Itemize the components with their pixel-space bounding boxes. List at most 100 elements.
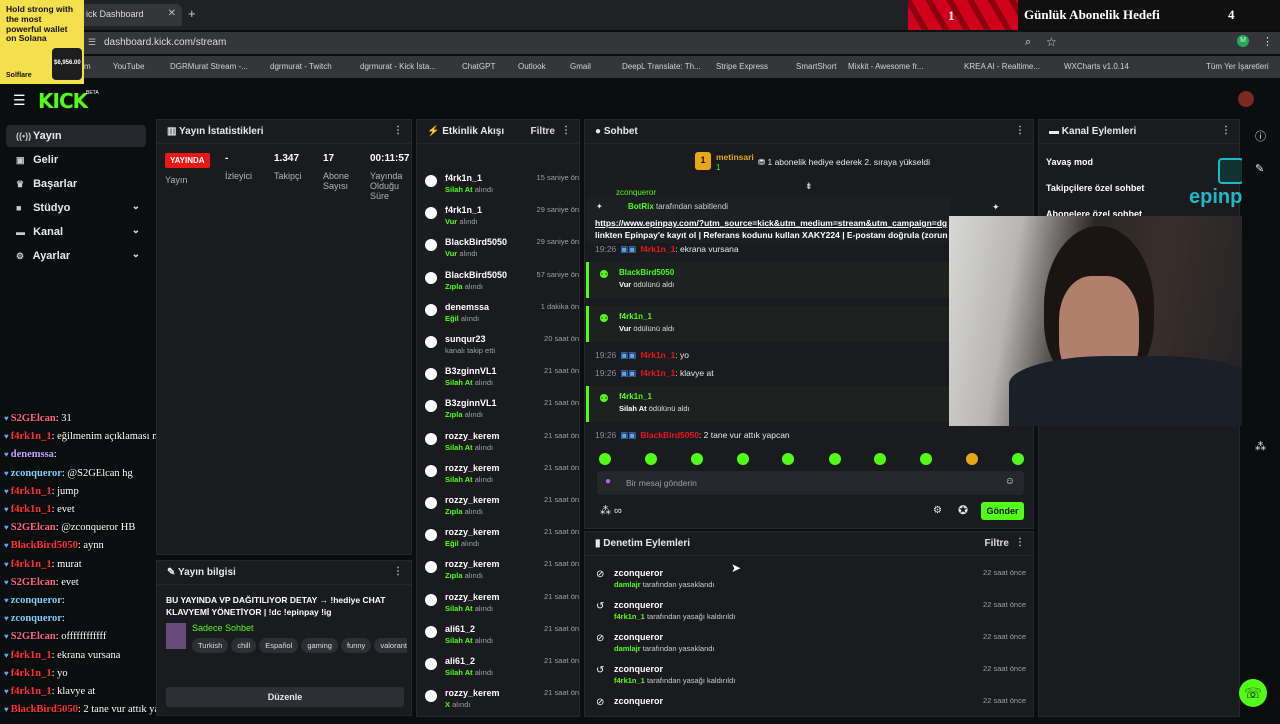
bookmark-item[interactable]: Tüm Yer İşaretleri	[1206, 62, 1269, 71]
close-tab-icon[interactable]: ✕	[168, 8, 176, 19]
panel-menu-icon[interactable]: ⋮	[1221, 125, 1231, 136]
bookmark-item[interactable]: WXCharts v1.0.14	[1064, 62, 1129, 71]
bookmark-item[interactable]: DeepL Translate: Th...	[622, 62, 701, 71]
reward-user[interactable]: f4rk1n_1	[619, 392, 652, 401]
zoom-icon[interactable]: ⌕	[1025, 36, 1031, 49]
kick-logo[interactable]: KICK	[38, 89, 88, 113]
bot-icon[interactable]: ✪	[958, 503, 968, 517]
menu-dots-icon[interactable]: ⋮	[1262, 35, 1273, 48]
tag-chip[interactable]: valorant	[374, 638, 407, 653]
wallet-ad[interactable]: Hold strong with the most powerful walle…	[0, 0, 84, 84]
bookmark-item[interactable]: Mixkit - Awesome fr...	[848, 62, 923, 71]
emote-icon[interactable]	[599, 453, 611, 465]
event-user[interactable]: sunqur23	[445, 334, 486, 344]
bookmark-item[interactable]: dgrmurat - Kick İsta...	[360, 62, 436, 71]
sidebar-item-basarlar[interactable]: ♛ Başarlar	[6, 173, 146, 195]
user-avatar[interactable]	[1238, 91, 1254, 107]
sidebar-item-kanal[interactable]: ▬ Kanal ⌄	[6, 221, 146, 243]
panel-menu-icon[interactable]: ⋮	[1015, 537, 1025, 548]
sidebar-item-gelir[interactable]: ▣ Gelir	[6, 149, 146, 171]
event-user[interactable]: denemssa	[445, 302, 489, 312]
browser-tab[interactable]: ick Dashboard ✕	[78, 4, 182, 26]
slow-mode-toggle[interactable]: Yavaş mod	[1046, 157, 1093, 167]
site-info-icon[interactable]: ☰	[88, 37, 96, 48]
chat-user[interactable]: BlackBird5050	[640, 430, 699, 440]
bookmark-item[interactable]: KREA AI - Realtime...	[964, 62, 1040, 71]
emote-icon[interactable]	[645, 453, 657, 465]
tag-chip[interactable]: Turkish	[192, 638, 229, 653]
bookmark-item[interactable]: YouTube	[113, 62, 144, 71]
moderator-name[interactable]: damlajr	[614, 580, 641, 589]
pinned-link[interactable]: https://www.epinpay.com/?utm_source=kick…	[595, 218, 947, 228]
event-user[interactable]: rozzy_kerem	[445, 431, 500, 441]
infinity-icon[interactable]: ⁂ ∞	[600, 504, 622, 517]
panel-menu-icon[interactable]: ⋮	[1015, 125, 1025, 136]
share-icon[interactable]: ⁂	[1255, 440, 1266, 453]
reward-user[interactable]: f4rk1n_1	[619, 312, 652, 321]
emote-icon[interactable]	[691, 453, 703, 465]
bookmark-item[interactable]: m	[84, 62, 91, 71]
moderation-user[interactable]: zconqueror	[614, 600, 663, 610]
event-user[interactable]: f4rk1n_1	[445, 205, 482, 215]
info-icon[interactable]: ⓘ	[1255, 128, 1266, 144]
bookmark-item[interactable]: ChatGPT	[462, 62, 495, 71]
unpin-icon[interactable]: ✦	[992, 202, 1000, 213]
moderator-name[interactable]: f4rk1n_1	[614, 676, 645, 685]
profile-avatar[interactable]: M	[1237, 35, 1249, 47]
emoji-icon[interactable]: ☺	[1005, 476, 1015, 487]
event-user[interactable]: f4rk1n_1	[445, 173, 482, 183]
sidebar-item-studyo[interactable]: ■ Stüdyo ⌄	[6, 197, 146, 219]
bookmark-item[interactable]: Gmail	[570, 62, 591, 71]
bookmark-item[interactable]: Stripe Express	[716, 62, 768, 71]
filter-button[interactable]: Filtre	[985, 538, 1009, 549]
event-user[interactable]: rozzy_kerem	[445, 688, 500, 698]
edit-button[interactable]: Düzenle	[166, 687, 404, 707]
event-user[interactable]: rozzy_kerem	[445, 463, 500, 473]
event-user[interactable]: BlackBird5050	[445, 237, 507, 247]
panel-menu-icon[interactable]: ⋮	[561, 125, 571, 136]
bookmark-item[interactable]: SmartShort	[796, 62, 836, 71]
tag-chip[interactable]: Español	[259, 638, 299, 653]
emote-icon[interactable]	[737, 453, 749, 465]
gift-user[interactable]: metinsari	[716, 152, 754, 162]
edit-icon[interactable]: ✎	[1255, 162, 1264, 175]
tag-chip[interactable]: funny	[340, 638, 372, 653]
emote-icon[interactable]	[782, 453, 794, 465]
event-user[interactable]: B3zginnVL1	[445, 398, 497, 408]
filter-button[interactable]: Filtre	[531, 126, 555, 137]
emote-icon[interactable]	[966, 453, 978, 465]
new-tab-icon[interactable]: +	[188, 6, 196, 21]
chat-user[interactable]: f4rk1n_1	[640, 368, 675, 378]
scroll-down-icon[interactable]: ⇟	[805, 181, 813, 192]
support-button[interactable]: ☏	[1239, 679, 1267, 707]
reward-user[interactable]: BlackBird5050	[619, 268, 674, 277]
extension-icons[interactable]	[1080, 36, 1230, 48]
chat-user[interactable]: f4rk1n_1	[640, 350, 675, 360]
event-user[interactable]: rozzy_kerem	[445, 495, 500, 505]
moderation-user[interactable]: zconqueror	[614, 568, 663, 578]
bookmark-item[interactable]: DGRMurat Stream -...	[170, 62, 248, 71]
emote-icon[interactable]	[1012, 453, 1024, 465]
moderator-name[interactable]: damlajr	[614, 644, 641, 653]
emote-icon[interactable]	[829, 453, 841, 465]
send-button[interactable]: Gönder	[981, 502, 1024, 520]
event-user[interactable]: rozzy_kerem	[445, 527, 500, 537]
event-user[interactable]: rozzy_kerem	[445, 559, 500, 569]
tag-chip[interactable]: gaming	[301, 638, 338, 653]
category-name[interactable]: Sadece Sohbet	[192, 623, 254, 633]
emote-icon[interactable]	[874, 453, 886, 465]
chat-user[interactable]: f4rk1n_1	[640, 244, 675, 254]
chat-input[interactable]: ● Bir mesaj gönderin ☺	[597, 471, 1024, 495]
star-icon[interactable]: ☆	[1046, 35, 1057, 49]
settings-icon[interactable]: ⚙	[933, 505, 942, 516]
followers-only-toggle[interactable]: Takipçilere özel sohbet	[1046, 183, 1144, 193]
moderation-user[interactable]: zconqueror	[614, 664, 663, 674]
sidebar-item-ayarlar[interactable]: ⚙ Ayarlar ⌄	[6, 245, 146, 267]
panel-menu-icon[interactable]: ⋮	[393, 125, 403, 136]
url-text[interactable]: dashboard.kick.com/stream	[104, 37, 226, 48]
panel-menu-icon[interactable]: ⋮	[393, 566, 403, 577]
event-user[interactable]: B3zginnVL1	[445, 366, 497, 376]
tag-chip[interactable]: chill	[231, 638, 257, 653]
event-user[interactable]: BlackBird5050	[445, 270, 507, 280]
event-user[interactable]: rozzy_kerem	[445, 592, 500, 602]
